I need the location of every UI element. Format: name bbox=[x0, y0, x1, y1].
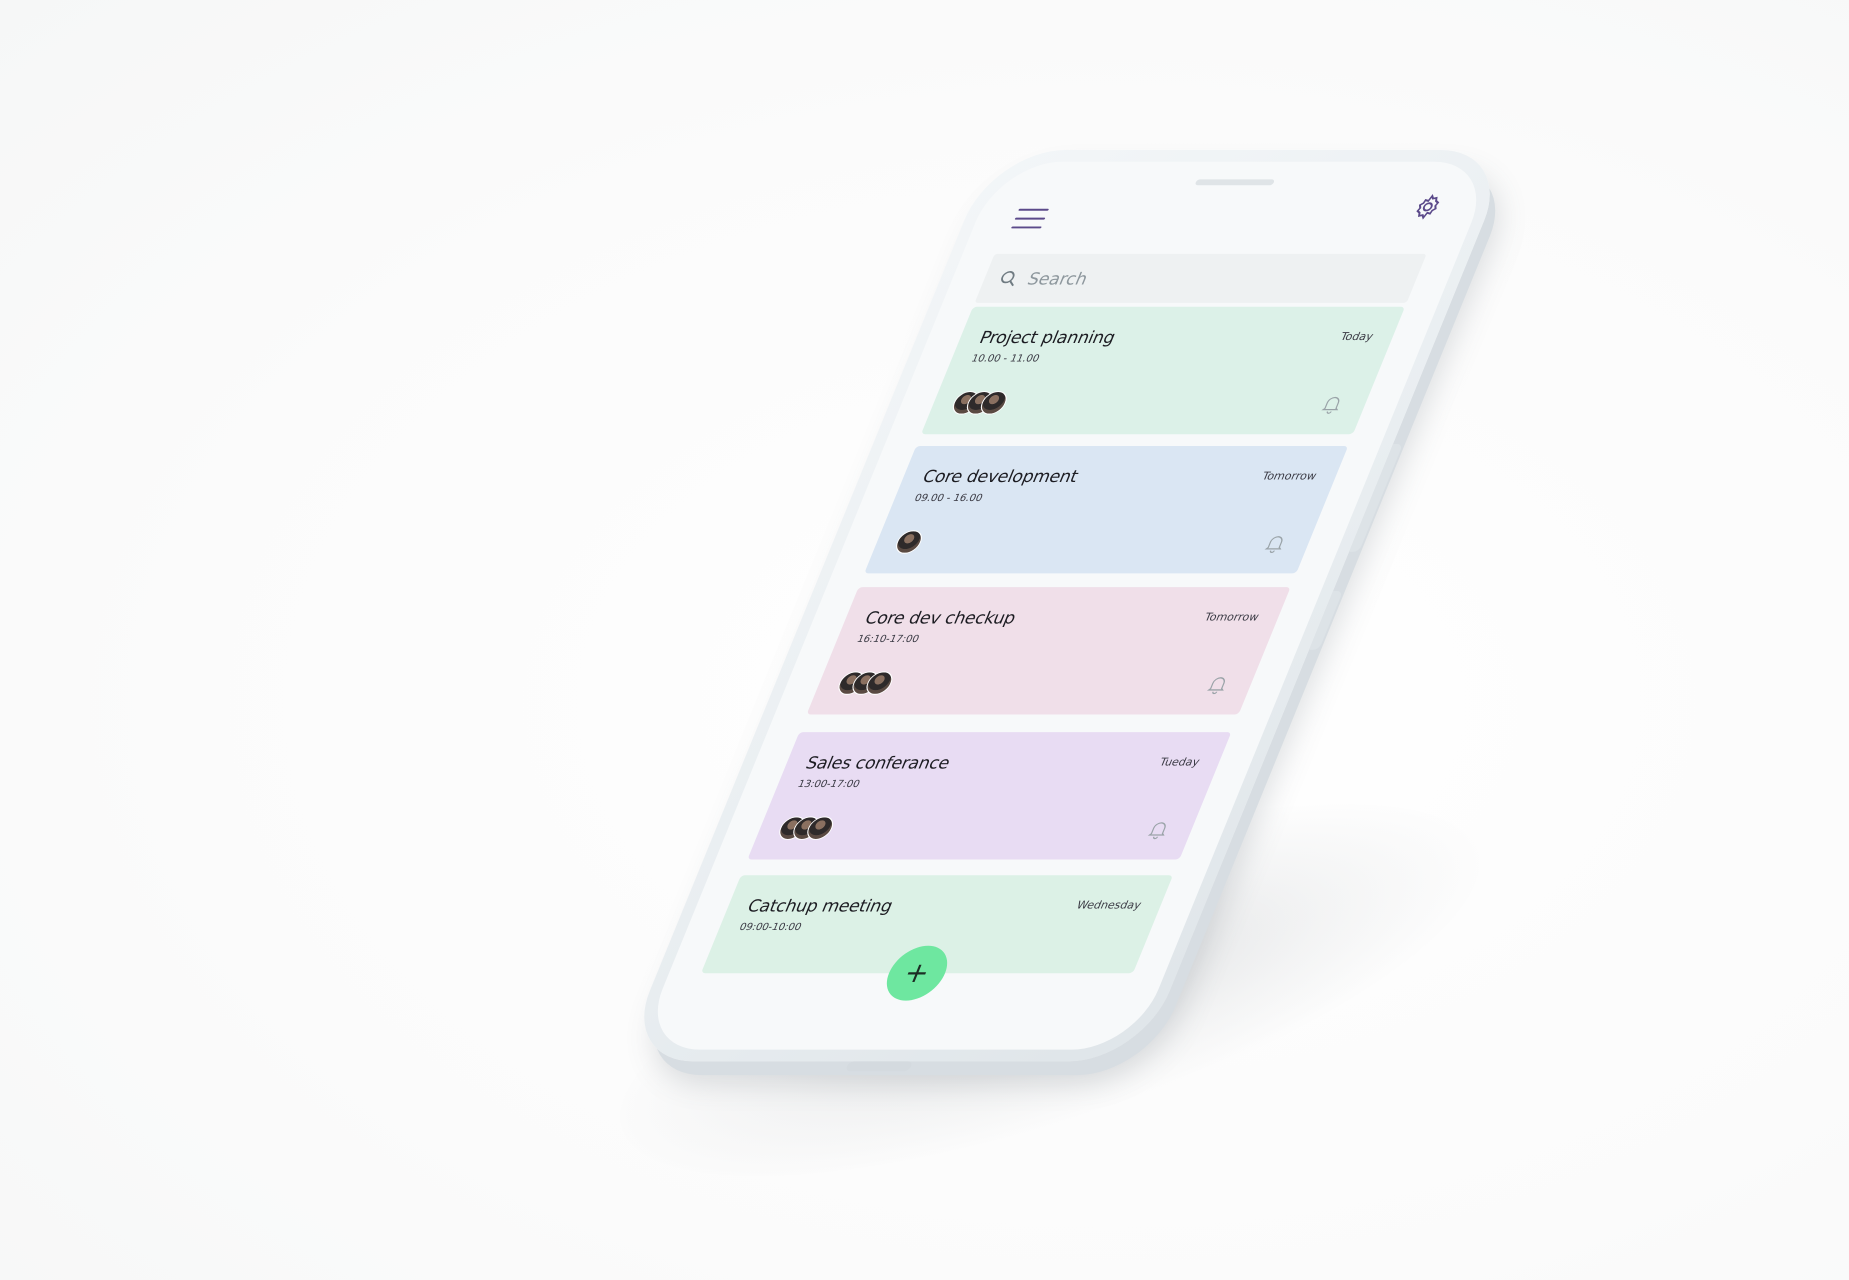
event-title: Sales conferance bbox=[802, 753, 954, 774]
background: Project planning 10.00 - 11.00 Today Core d… bbox=[0, 0, 1849, 1280]
event-title: Core dev checkup bbox=[861, 608, 1019, 629]
attendee-avatars bbox=[834, 671, 897, 695]
avatar bbox=[892, 530, 926, 554]
event-time: 16:10-17:00 bbox=[855, 634, 921, 645]
charging-port bbox=[845, 1061, 913, 1072]
menu-icon-line bbox=[1014, 217, 1046, 220]
event-card[interactable]: Core dev checkup 16:10-17:00 Tomorrow bbox=[806, 587, 1291, 715]
event-day: Wednesday bbox=[1074, 898, 1144, 912]
event-card[interactable]: Sales conferance 13:00-17:00 Tueday bbox=[747, 732, 1232, 860]
menu-icon bbox=[1018, 208, 1049, 211]
bell-icon[interactable] bbox=[1260, 532, 1291, 554]
search-icon bbox=[1001, 271, 1015, 287]
gear-icon bbox=[1416, 194, 1440, 220]
event-title: Catchup meeting bbox=[744, 896, 896, 917]
bell-icon[interactable] bbox=[1203, 673, 1234, 695]
menu-icon-line bbox=[1011, 226, 1042, 229]
attendee-avatars bbox=[949, 391, 1011, 415]
search-bar bbox=[974, 253, 1427, 305]
search-input[interactable] bbox=[1015, 253, 1421, 305]
event-card[interactable]: Core development 09.00 - 16.00 Tomorrow bbox=[864, 445, 1349, 574]
event-time: 09:00-10:00 bbox=[737, 922, 804, 934]
event-time: 09.00 - 16.00 bbox=[912, 493, 985, 504]
event-card[interactable]: Project planning 10.00 - 11.00 Today bbox=[921, 306, 1405, 435]
event-time: 13:00-17:00 bbox=[795, 779, 862, 790]
settings-button[interactable] bbox=[1408, 193, 1447, 220]
bell-icon[interactable] bbox=[1317, 393, 1348, 415]
menu-button[interactable] bbox=[1009, 208, 1049, 234]
attendee-avatars bbox=[775, 816, 837, 840]
attendee-avatars bbox=[892, 530, 926, 554]
event-time: 10.00 - 11.00 bbox=[969, 353, 1042, 365]
speaker-bar bbox=[1194, 179, 1275, 186]
event-day: Tomorrow bbox=[1202, 610, 1261, 624]
event-day: Today bbox=[1338, 330, 1376, 344]
event-title: Core development bbox=[919, 467, 1082, 488]
event-title: Project planning bbox=[976, 328, 1119, 348]
event-day: Tomorrow bbox=[1260, 469, 1319, 483]
bell-icon[interactable] bbox=[1143, 818, 1174, 840]
event-day: Tueday bbox=[1157, 755, 1202, 769]
